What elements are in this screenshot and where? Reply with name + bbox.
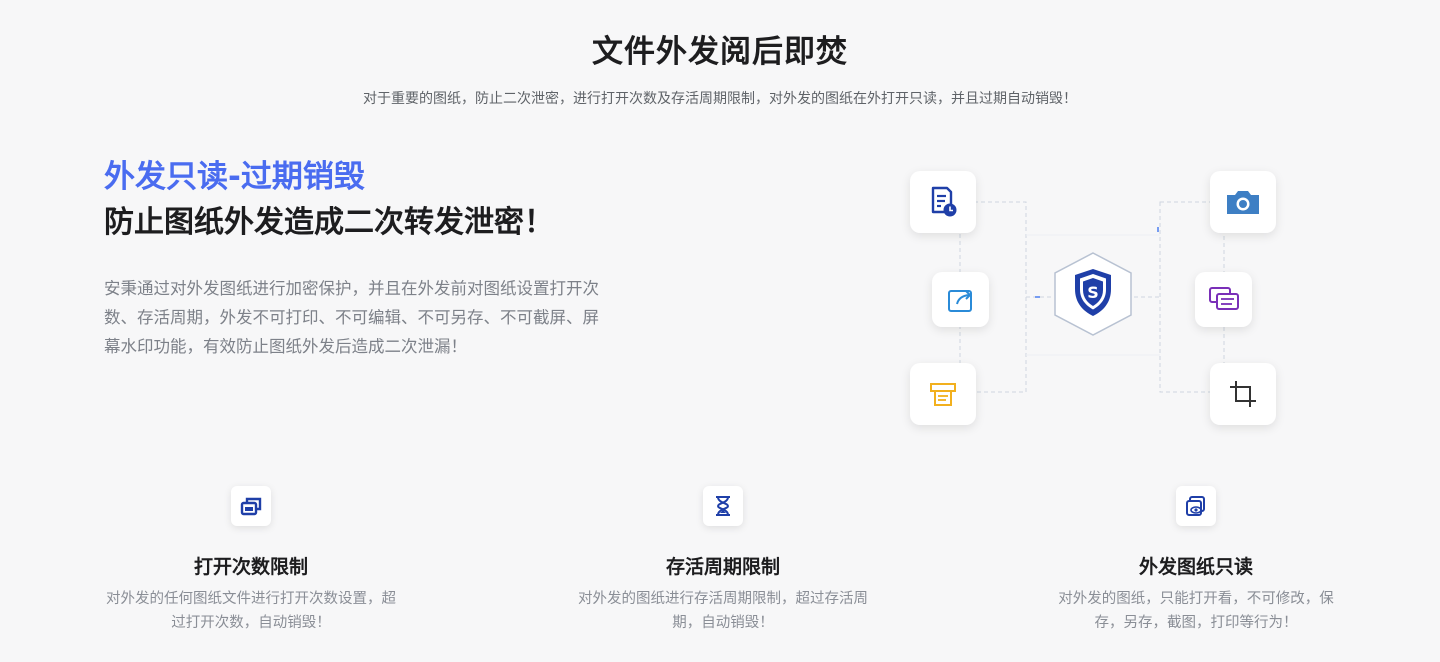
feature-description: 安秉通过对外发图纸进行加密保护，并且在外发前对图纸设置打开次数、存活周期，外发不… [104, 279, 599, 356]
card-read-only: 外发图纸只读 对外发的图纸，只能打开看，不可修改，保存，另存，截图，打印等行为！ [1046, 486, 1346, 635]
node-messages [1195, 272, 1252, 327]
card-title: 外发图纸只读 [1138, 556, 1253, 578]
card-description: 对外发的图纸进行存活周期限制，超过存活周期，自动销毁！ [578, 591, 868, 631]
card-lifetime: 存活周期限制 对外发的图纸进行存活周期限制，超过存活周期，自动销毁！ [573, 486, 873, 635]
security-hub: S [1052, 251, 1134, 337]
printer-icon [930, 383, 956, 406]
security-diagram: S [900, 165, 1290, 440]
crop-icon [1230, 381, 1256, 407]
feature-block: 外发只读-过期销毁 防止图纸外发造成二次转发泄密！ 安秉通过对外发图纸进行加密保… [104, 156, 624, 361]
card-title: 打开次数限制 [193, 556, 308, 578]
node-crop [1210, 363, 1276, 425]
node-share [932, 272, 989, 327]
view-only-icon [1186, 496, 1205, 516]
hourglass-icon [716, 496, 730, 516]
hero-title: 文件外发阅后即焚 [592, 34, 848, 70]
card-description: 对外发的任何图纸文件进行打开次数设置，超过打开次数，自动销毁！ [106, 591, 396, 631]
windows-open-icon [240, 497, 262, 516]
hero-subtitle: 对于重要的图纸，防止二次泄密，进行打开次数及存活周期限制，对外发的图纸在外打开只… [363, 91, 1077, 107]
share-icon [947, 289, 972, 312]
shield-icon: S [1054, 252, 1132, 336]
card-title: 存活周期限制 [665, 556, 780, 578]
camera-icon [1227, 191, 1259, 214]
messages-icon [1208, 286, 1239, 310]
card-open-count: 打开次数限制 对外发的任何图纸文件进行打开次数设置，超过打开次数，自动销毁！ [101, 486, 401, 635]
card-icon-wrapper [703, 486, 743, 526]
card-icon-wrapper [231, 486, 271, 526]
hub-letter: S [1087, 283, 1099, 302]
card-icon-wrapper [1176, 486, 1216, 526]
feature-title-main: 防止图纸外发造成二次转发泄密！ [104, 205, 554, 240]
feature-title-accent: 外发只读-过期销毁 [104, 159, 365, 195]
document-clock-icon [931, 186, 957, 217]
node-camera [1210, 171, 1276, 233]
node-document [910, 171, 976, 233]
card-description: 对外发的图纸，只能打开看，不可修改，保存，另存，截图，打印等行为！ [1058, 591, 1334, 631]
node-printer [910, 363, 976, 425]
